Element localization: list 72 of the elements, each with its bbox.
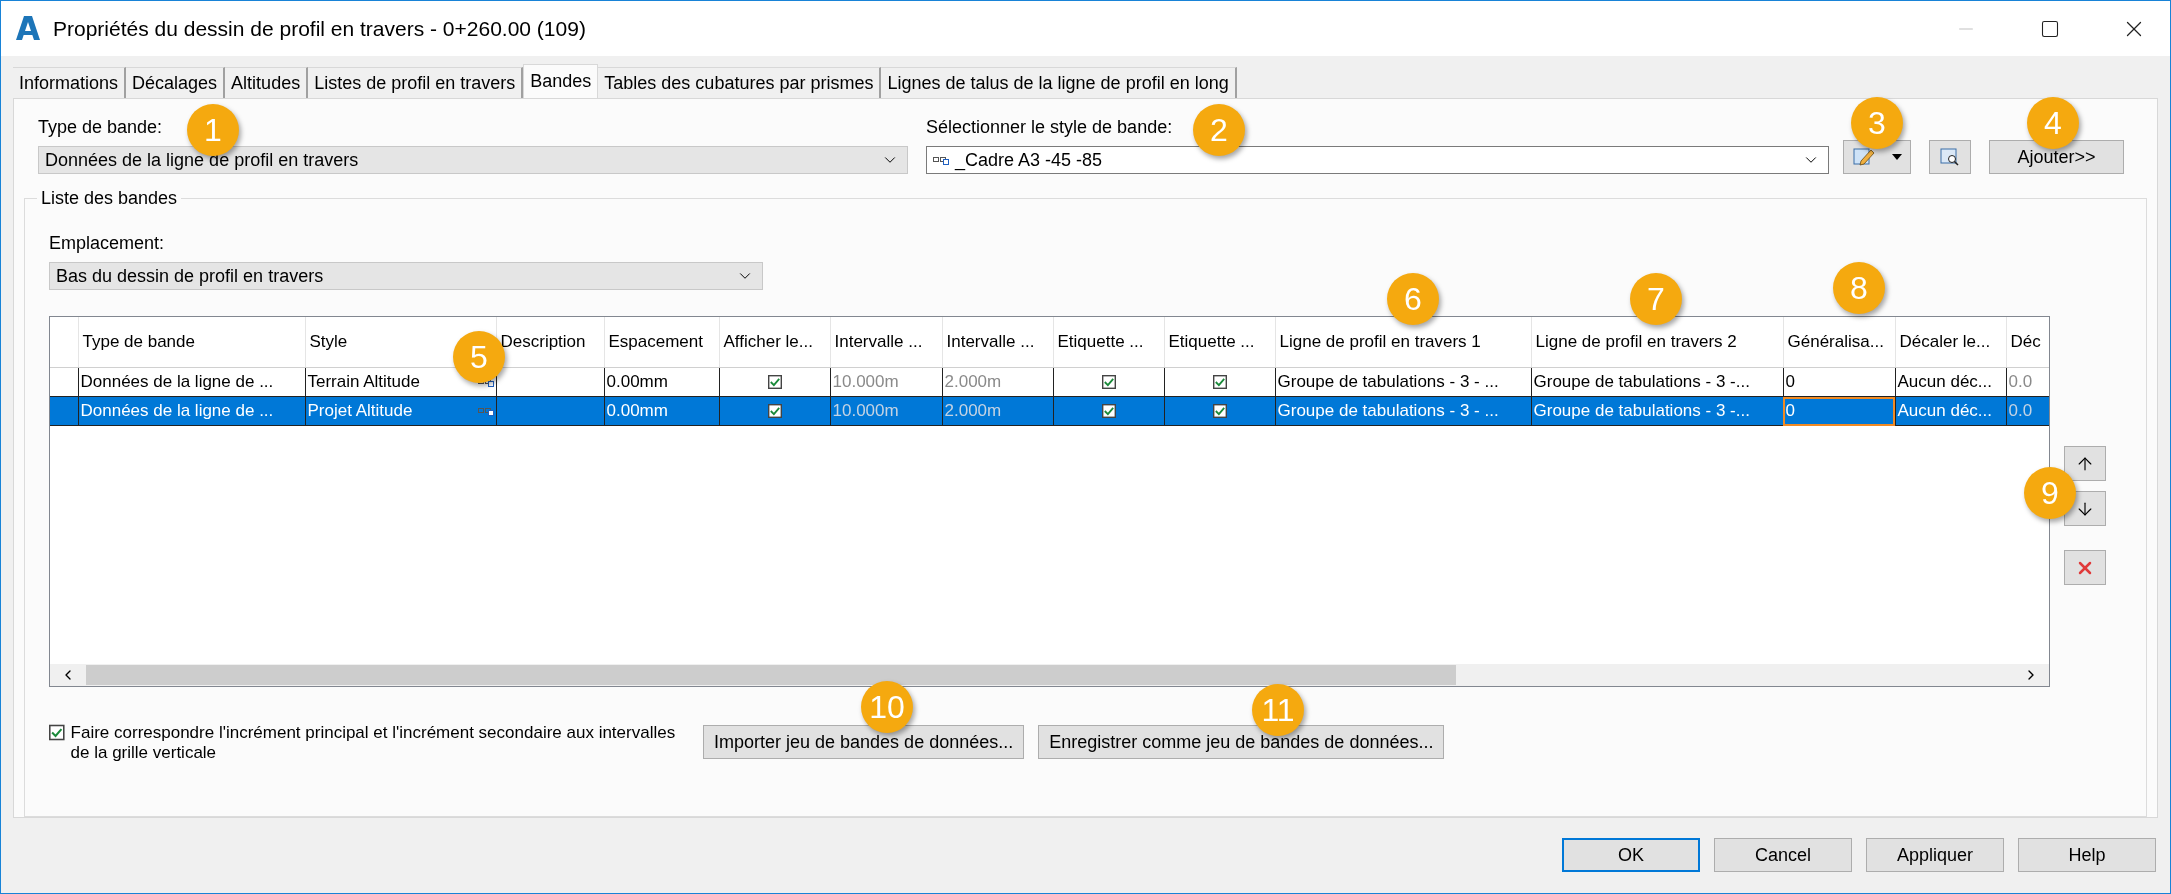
checkbox[interactable] bbox=[767, 404, 782, 418]
window-title: Propriétés du dessin de profil en travers - 0+260.00 (109) bbox=[53, 16, 587, 41]
scroll-thumb[interactable] bbox=[86, 665, 1456, 685]
edit-style-button[interactable] bbox=[1843, 140, 1911, 174]
column-header[interactable]: Espacement bbox=[608, 332, 703, 351]
column-header[interactable]: Ligne de profil en travers 2 bbox=[1535, 332, 1737, 351]
table-cell: Groupe de tabulations - 3 -... bbox=[1531, 367, 1783, 397]
table-cell: Données de la ligne de ... bbox=[78, 396, 305, 426]
tab[interactable]: Lignes de talus de la ligne de profil en long bbox=[881, 67, 1237, 98]
save-set-button[interactable]: Enregistrer comme jeu de bandes de données... bbox=[1038, 725, 1445, 759]
column-header[interactable]: Etiquette ... bbox=[1057, 332, 1144, 351]
band-style-icon[interactable] bbox=[477, 406, 494, 416]
column-header[interactable]: Généralisa... bbox=[1787, 332, 1884, 351]
table-cell: 10.000m bbox=[830, 396, 942, 426]
tab[interactable]: Listes de profil en travers bbox=[308, 67, 524, 98]
band-type-label: Type de bande: bbox=[38, 117, 163, 138]
tab[interactable]: Altitudes bbox=[225, 67, 309, 98]
table-cell: 0 bbox=[1783, 396, 1895, 426]
preview-style-button[interactable] bbox=[1929, 140, 1971, 174]
tab[interactable]: Bandes bbox=[523, 64, 599, 98]
column-header[interactable]: Ligne de profil en travers 1 bbox=[1279, 332, 1481, 351]
dialog-button[interactable]: OK bbox=[1562, 838, 1700, 872]
dialog-button[interactable]: Appliquer bbox=[1866, 838, 2004, 872]
table-cell: 10.000m bbox=[830, 367, 942, 397]
import-button[interactable]: Importer jeu de bandes de données... bbox=[703, 725, 1025, 759]
checkbox[interactable] bbox=[1101, 375, 1116, 389]
caret-icon bbox=[1891, 154, 1902, 160]
checkbox[interactable] bbox=[1212, 404, 1227, 418]
table-cell: Aucun déc... bbox=[1895, 396, 2006, 426]
table-cell: Groupe de tabulations - 3 - ... bbox=[1275, 396, 1531, 426]
column-header[interactable]: Déc bbox=[2010, 332, 2041, 351]
add-button[interactable]: Ajouter>> bbox=[1989, 140, 2124, 174]
column-header[interactable]: Décaler le... bbox=[1899, 332, 1991, 351]
dialog-button[interactable]: Cancel bbox=[1714, 838, 1852, 872]
table-cell: Projet Altitude bbox=[307, 401, 413, 421]
horizontal-scrollbar[interactable] bbox=[50, 664, 2049, 686]
table-cell: Données de la ligne de ... bbox=[78, 367, 305, 397]
dialog-button[interactable]: Help bbox=[2018, 838, 2156, 872]
tab[interactable]: Tables des cubatures par prismes bbox=[598, 67, 882, 98]
table-cell: 2.000m bbox=[942, 396, 1053, 426]
table-cell: Groupe de tabulations - 3 - ... bbox=[1275, 367, 1531, 397]
column-header[interactable]: Afficher le... bbox=[723, 332, 813, 351]
location-dropdown[interactable]: Bas du dessin de profil en travers bbox=[49, 262, 763, 290]
delete-button[interactable] bbox=[2064, 550, 2106, 585]
band-style-label: Sélectionner le style de bande: bbox=[926, 117, 1173, 138]
checkbox-label: Faire correspondre l'incrément principal et l'incrément secondaire aux intervalles de la grille verticale bbox=[70, 723, 677, 763]
tab[interactable]: Informations bbox=[13, 67, 127, 98]
table-cell: Aucun déc... bbox=[1895, 367, 2006, 397]
column-header[interactable]: Type de bande bbox=[82, 332, 195, 351]
checkbox[interactable] bbox=[767, 375, 782, 389]
band-style-dropdown[interactable]: _Cadre A3 -45 -85 bbox=[926, 146, 1829, 174]
column-header[interactable]: Intervalle ... bbox=[946, 332, 1035, 351]
checkbox[interactable] bbox=[1101, 404, 1116, 418]
column-header[interactable]: Etiquette ... bbox=[1168, 332, 1255, 351]
table-cell: Terrain Altitude bbox=[307, 372, 420, 392]
band-style-icon[interactable] bbox=[933, 155, 949, 165]
tab[interactable]: Décalages bbox=[126, 67, 226, 98]
band-type-dropdown[interactable]: Données de la ligne de profil en travers bbox=[38, 146, 908, 174]
magnifier-icon bbox=[1940, 148, 1960, 166]
column-header[interactable]: Intervalle ... bbox=[834, 332, 923, 351]
table-cell: 0 bbox=[1783, 367, 1895, 397]
table-cell: Groupe de tabulations - 3 -... bbox=[1531, 396, 1783, 426]
table-cell: 0.00mm bbox=[604, 396, 719, 426]
column-header[interactable]: Style bbox=[309, 332, 348, 351]
table-cell: 0.00mm bbox=[604, 367, 719, 397]
group-title: Liste des bandes bbox=[40, 188, 179, 209]
location-label: Emplacement: bbox=[49, 233, 165, 254]
table-cell: 2.000m bbox=[942, 367, 1053, 397]
pencil-edit-icon bbox=[1852, 147, 1875, 167]
checkbox[interactable] bbox=[49, 723, 65, 742]
checkbox[interactable] bbox=[1212, 375, 1227, 389]
move-up-button[interactable] bbox=[2064, 446, 2106, 481]
